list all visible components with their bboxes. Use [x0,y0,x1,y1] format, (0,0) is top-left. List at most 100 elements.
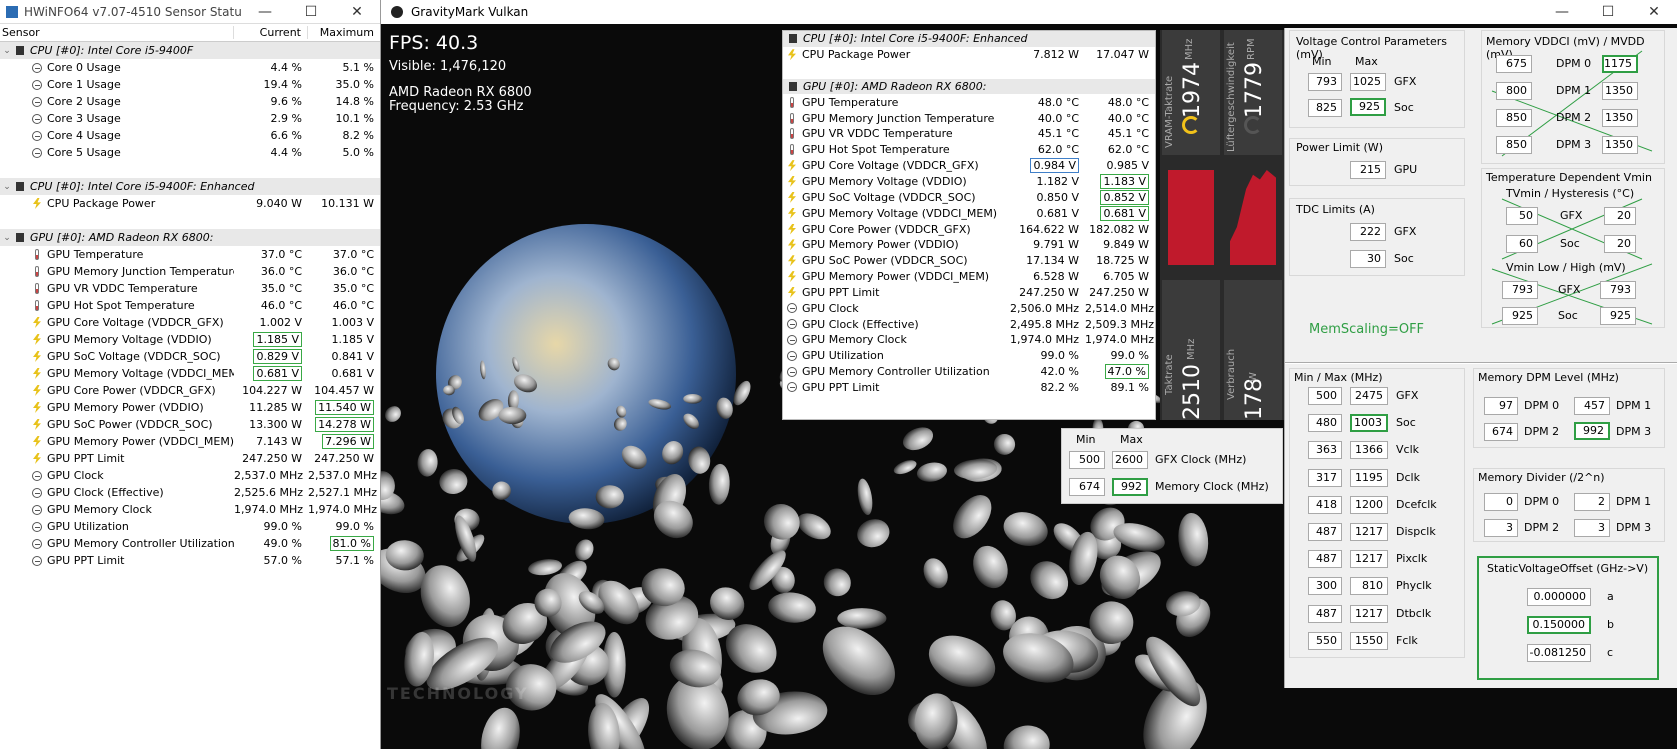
sensor-row[interactable]: GPU Memory Power (VDDCI_MEM) 6.528 W 6.705… [783,269,1155,285]
sensor-row[interactable]: GPU Core Power (VDDCR_GFX) 164.622 W 182.0… [783,221,1155,237]
tdc-gfx-field[interactable]: 222 [1350,223,1386,241]
mm-min-field[interactable]: 300 [1308,577,1342,596]
sensor-row[interactable]: GPU Memory Power (VDDIO) 9.791 W 9.849 W [783,237,1155,253]
tdv-soc-low[interactable]: 925 [1502,307,1538,325]
sensor-group-header[interactable]: ⌄ GPU [#0]: AMD Radeon RX 6800: [0,229,380,246]
col-current[interactable]: Current [234,26,308,39]
mm-max-field[interactable]: 1195 [1350,468,1388,487]
power-limit-field[interactable]: 215 [1350,161,1386,179]
sensor-group-header[interactable]: CPU [#0]: Intel Core i5-9400F: Enhanced [783,31,1155,47]
mdiv-2-field[interactable]: 3 [1484,519,1518,537]
sensor-group-header[interactable]: ⌄ CPU [#0]: Intel Core i5-9400F: Enhanced [0,178,380,195]
mdiv-1-field[interactable]: 2 [1574,493,1610,511]
sensor-row[interactable]: Core 0 Usage 4.4 % 5.1 % [0,59,380,76]
mvd-mvdd-field[interactable]: 1350 [1602,136,1638,154]
mm-max-field[interactable]: 810 [1350,577,1388,596]
sensor-row[interactable]: GPU Clock 2,537.0 MHz 2,537.0 MHz [0,467,380,484]
mvd-mvdd-field[interactable]: 1350 [1602,82,1638,100]
mm-max-field[interactable]: 2475 [1350,387,1388,405]
sensor-row[interactable]: GPU Memory Junction Temperature 36.0 °C 36… [0,263,380,280]
sensor-row[interactable]: GPU Core Voltage (VDDCR_GFX) 1.002 V 1.003… [0,314,380,331]
mdiv-3-field[interactable]: 3 [1574,519,1610,537]
mdpm-3-field[interactable]: 992 [1574,422,1610,440]
minimize-button[interactable]: — [242,4,288,20]
mem-min-field[interactable]: 674 [1069,478,1105,496]
close-button[interactable]: ✕ [1631,4,1677,20]
sensor-row[interactable]: GPU Memory Clock 1,974.0 MHz 1,974.0 MHz [0,501,380,518]
sensor-row[interactable]: GPU Memory Controller Utilization 42.0 % 4… [783,364,1155,380]
mm-max-field[interactable]: 1217 [1350,550,1388,569]
sensor-row[interactable]: GPU SoC Voltage (VDDCR_SOC) 0.850 V 0.852 … [783,189,1155,205]
sensor-row[interactable]: GPU VR VDDC Temperature 35.0 °C 35.0 °C [0,280,380,297]
mm-min-field[interactable]: 487 [1308,550,1342,569]
mm-min-field[interactable]: 500 [1308,387,1342,405]
sensor-row[interactable]: GPU Clock 2,506.0 MHz 2,514.0 MHz [783,300,1155,316]
sensor-row[interactable]: GPU SoC Voltage (VDDCR_SOC) 0.829 V 0.841 … [0,348,380,365]
svo-b-field[interactable]: 0.150000 [1527,616,1591,634]
mvd-vddci-field[interactable]: 800 [1496,82,1532,100]
mvd-mvdd-field[interactable]: 1350 [1602,109,1638,127]
tdv-gfx-high[interactable]: 793 [1600,281,1636,299]
sensor-row[interactable]: GPU Memory Controller Utilization 49.0 % 8… [0,535,380,552]
mdiv-0-field[interactable]: 0 [1484,493,1518,511]
mdpm-2-field[interactable]: 674 [1484,423,1518,441]
sensor-row[interactable]: GPU PPT Limit 57.0 % 57.1 % [0,552,380,569]
svo-c-field[interactable]: -0.081250 [1527,644,1591,662]
maximize-button[interactable]: ☐ [288,4,334,20]
mem-max-field[interactable]: 992 [1112,478,1148,496]
mm-min-field[interactable]: 317 [1308,468,1342,487]
col-sensor[interactable]: Sensor [0,26,234,39]
sensor-row[interactable]: CPU Package Power 7.812 W 17.047 W [783,47,1155,63]
sensor-row[interactable]: GPU Hot Spot Temperature 46.0 °C 46.0 °C [0,297,380,314]
sensor-row[interactable]: GPU Memory Voltage (VDDCI_MEM) 0.681 V 0.6… [0,365,380,382]
sensor-row[interactable]: GPU PPT Limit 247.250 W 247.250 W [0,450,380,467]
collapse-chevron-icon[interactable]: ⌄ [0,46,14,56]
svo-a-field[interactable]: 0.000000 [1527,588,1591,606]
gfx-min-field[interactable]: 500 [1069,451,1105,469]
sensor-row[interactable]: GPU Memory Power (VDDIO) 11.285 W 11.540 W [0,399,380,416]
mm-max-field[interactable]: 1200 [1350,495,1388,514]
gfx-max-field[interactable]: 2600 [1112,451,1148,469]
vcp-gfx-min[interactable]: 793 [1308,73,1342,91]
sensor-row[interactable]: Core 5 Usage 4.4 % 5.0 % [0,144,380,161]
col-maximum[interactable]: Maximum [308,26,380,39]
tdv-soc-tvmin[interactable]: 60 [1506,235,1538,253]
sensor-row[interactable]: GPU Clock (Effective) 2,525.6 MHz 2,527.1 … [0,484,380,501]
sensor-row[interactable]: GPU Memory Voltage (VDDCI_MEM) 0.681 V 0.6… [783,205,1155,221]
sensor-row[interactable]: GPU Core Power (VDDCR_GFX) 104.227 W 104.4… [0,382,380,399]
mm-max-field[interactable]: 1003 [1350,414,1388,433]
sensor-row[interactable]: Core 3 Usage 2.9 % 10.1 % [0,110,380,127]
mvd-vddci-field[interactable]: 850 [1496,136,1532,154]
sensor-row[interactable]: GPU Utilization 99.0 % 99.0 % [783,348,1155,364]
vcp-soc-min[interactable]: 825 [1308,99,1342,117]
tdv-soc-high[interactable]: 925 [1600,307,1636,325]
sensor-row[interactable]: GPU SoC Power (VDDCR_SOC) 17.134 W 18.725 … [783,253,1155,269]
vcp-gfx-max[interactable]: 1025 [1350,73,1386,91]
tdv-gfx-tvmin[interactable]: 50 [1506,207,1538,225]
sensor-row[interactable]: GPU Core Voltage (VDDCR_GFX) 0.984 V 0.985… [783,158,1155,174]
sensor-group-header[interactable]: GPU [#0]: AMD Radeon RX 6800: [783,78,1155,95]
sensor-row[interactable]: GPU SoC Power (VDDCR_SOC) 13.300 W 14.278 … [0,416,380,433]
mdpm-0-field[interactable]: 97 [1484,397,1518,415]
sensor-row[interactable]: GPU Memory Junction Temperature 40.0 °C 40… [783,110,1155,126]
mvd-mvdd-field[interactable]: 1175 [1602,55,1638,73]
sensor-row[interactable]: GPU Temperature 37.0 °C 37.0 °C [0,246,380,263]
sensor-row[interactable]: GPU Memory Clock 1,974.0 MHz 1,974.0 MHz [783,332,1155,348]
sensor-row[interactable]: Core 2 Usage 9.6 % 14.8 % [0,93,380,110]
mdpm-1-field[interactable]: 457 [1574,397,1610,415]
mm-max-field[interactable]: 1217 [1350,604,1388,623]
sensor-row[interactable]: GPU Memory Power (VDDCI_MEM) 7.143 W 7.296… [0,433,380,450]
close-button[interactable]: ✕ [334,4,380,20]
mm-min-field[interactable]: 418 [1308,495,1342,514]
tdv-gfx-low[interactable]: 793 [1502,281,1538,299]
mm-min-field[interactable]: 487 [1308,604,1342,623]
sensor-row[interactable]: GPU Hot Spot Temperature 62.0 °C 62.0 °C [783,142,1155,158]
mm-min-field[interactable]: 480 [1308,414,1342,433]
sensor-row[interactable]: GPU Memory Voltage (VDDIO) 1.185 V 1.185 V [0,331,380,348]
mm-max-field[interactable]: 1366 [1350,441,1388,460]
collapse-chevron-icon[interactable]: ⌄ [0,182,14,192]
sensor-row[interactable]: Core 1 Usage 19.4 % 35.0 % [0,76,380,93]
sensor-row[interactable]: GPU PPT Limit 247.250 W 247.250 W [783,285,1155,301]
mm-max-field[interactable]: 1217 [1350,523,1388,541]
sensor-row[interactable]: GPU Clock (Effective) 2,495.8 MHz 2,509.3 … [783,316,1155,332]
